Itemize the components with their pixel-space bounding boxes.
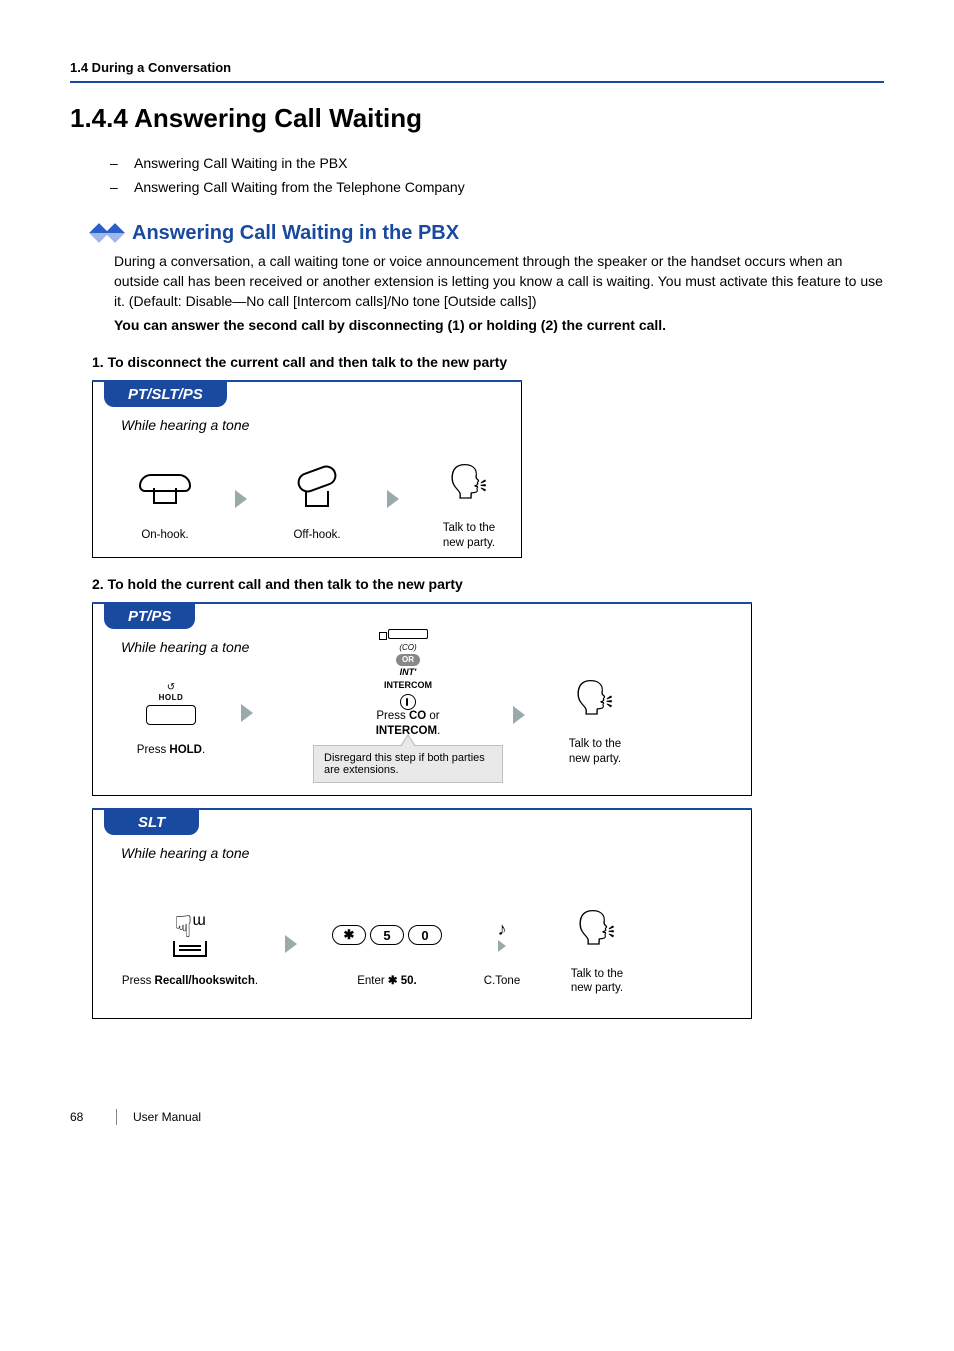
list-item: –Answering Call Waiting in the PBX [110, 152, 884, 176]
step2-heading: 2. To hold the current call and then tal… [92, 576, 884, 592]
talk-icon: 🗣 [447, 465, 490, 499]
step-caption: Press HOLD. [137, 743, 205, 758]
bullet-list: –Answering Call Waiting in the PBX –Answ… [110, 152, 884, 200]
co-intercom-icon: (CO) OR INT' INTERCOM [384, 629, 432, 710]
step-caption: Talk to thenew party. [569, 737, 621, 767]
procedure-box-2b: SLT While hearing a tone ☟ɯ Press Recall… [92, 808, 752, 1020]
key-sequence: ✱ 5 0 [332, 925, 442, 945]
manual-label: User Manual [133, 1110, 201, 1124]
confirmation-tone-icon: ♪ [498, 919, 507, 952]
arrow-icon [387, 490, 399, 508]
header-rule [70, 81, 884, 83]
step-caption: Press Recall/hookswitch. [122, 974, 258, 989]
hold-button-icon: ↺ HOLD [141, 682, 201, 725]
bullet-text: Answering Call Waiting in the PBX [134, 155, 347, 171]
procedure-box-1: PT/SLT/PS While hearing a tone On-hook. … [92, 380, 522, 558]
intro-paragraph: During a conversation, a call waiting to… [114, 251, 884, 312]
key-star: ✱ [332, 925, 366, 945]
talk-icon: 🗣 [575, 911, 618, 945]
arrow-icon [285, 935, 297, 953]
subsection-title: Answering Call Waiting in the PBX [132, 222, 459, 245]
talk-icon: 🗣 [573, 681, 616, 715]
running-header: 1.4 During a Conversation [70, 60, 884, 75]
step1-heading: 1. To disconnect the current call and th… [92, 354, 884, 370]
recall-hookswitch-icon: ☟ɯ [173, 913, 207, 957]
list-item: –Answering Call Waiting from the Telepho… [110, 176, 884, 200]
section-title: 1.4.4 Answering Call Waiting [70, 103, 884, 134]
procedure-box-2a: PT/PS While hearing a tone ↺ HOLD [92, 602, 752, 796]
step-caption: Talk to thenew party. [571, 967, 623, 997]
intro-bold: You can answer the second call by discon… [114, 315, 884, 335]
arrow-icon [513, 706, 525, 724]
context-text: While hearing a tone [121, 639, 303, 655]
step-caption: On-hook. [141, 528, 188, 543]
page-footer: 68 User Manual [70, 1109, 884, 1125]
arrow-icon [235, 490, 247, 508]
step-caption: C.Tone [484, 974, 520, 989]
arrow-icon [241, 704, 253, 722]
key-5: 5 [370, 925, 404, 945]
step-caption: Off-hook. [293, 528, 340, 543]
callout-note: Disregard this step if both parties are … [313, 745, 503, 783]
bullet-text: Answering Call Waiting from the Telephon… [134, 179, 465, 195]
diamond-icon [92, 226, 122, 240]
off-hook-icon [291, 471, 343, 507]
phone-type-tab: PT/SLT/PS [104, 382, 227, 407]
context-text: While hearing a tone [121, 845, 751, 861]
context-text: While hearing a tone [121, 417, 521, 433]
phone-type-tab: PT/PS [104, 604, 195, 629]
page-number: 68 [70, 1110, 100, 1124]
on-hook-icon [139, 474, 191, 504]
step-caption: Enter ✱ 50. [357, 974, 417, 989]
step-caption: Talk to thenew party. [443, 521, 495, 551]
phone-type-tab: SLT [104, 810, 199, 835]
key-0: 0 [408, 925, 442, 945]
